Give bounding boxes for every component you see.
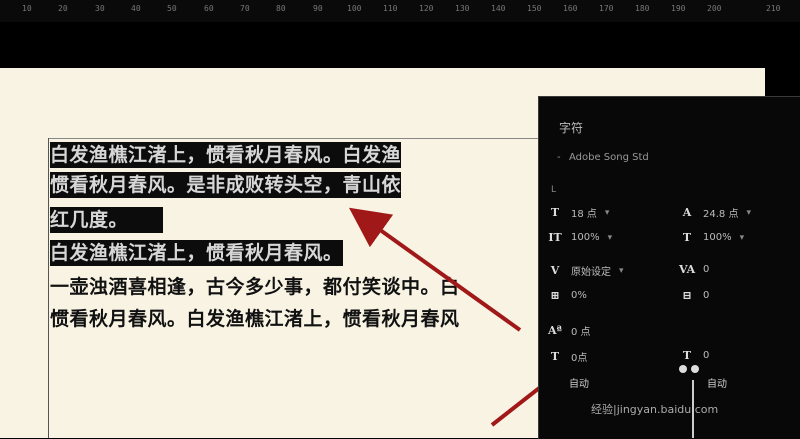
ruler-tick: 50 [167,4,177,13]
ruler-tick: 210 [766,4,781,13]
font-size-icon: T [550,206,560,219]
text-cursor-line [692,380,694,438]
ruler-tick: 40 [131,4,141,13]
leading-icon: A [682,206,692,219]
font-size-field[interactable]: T 18 点 ▾ [547,205,610,220]
pasteboard [0,22,800,68]
font-size-value: 18 点 [571,209,597,220]
chevron-down-icon[interactable]: ▾ [608,233,613,243]
ruler-tick: 60 [204,4,214,13]
kerning-field[interactable]: V 原始设定 ▾ [547,263,624,278]
ruler-tick: 130 [455,4,470,13]
kerning-value: 原始设定 [571,267,611,278]
tracking-field[interactable]: VA 0 [679,263,709,276]
font-dash: - [557,152,561,163]
tsume-value: 0% [571,290,587,301]
slider-knob[interactable] [679,365,687,373]
vertical-scale-value: 100% [571,232,600,243]
horizontal-scale-value: 100% [703,232,732,243]
kerning-icon: V [550,264,560,277]
chevron-down-icon[interactable]: ▾ [619,266,624,276]
ruler-tick: 170 [599,4,614,13]
ruler-tick: 70 [240,4,250,13]
text-line-selected[interactable]: 惯看秋月春风。是非成败转头空，青山依 [50,172,402,198]
baseline-shift-field[interactable]: Aª 0 点 [547,323,591,338]
ruler-tick: 10 [22,4,32,13]
text-line-selected[interactable]: 白发渔樵江渚上，惯看秋月春风。 [50,240,343,266]
baseline-shift-value: 0 点 [571,327,591,338]
aki-value: 0 [703,290,710,301]
character-rotation-field[interactable]: T 0点 [547,349,587,364]
character-panel[interactable]: 字符 - Adobe Song Std L T 18 点 ▾ A 24.8 点 … [538,96,800,439]
tracking-value: 0 [703,264,710,275]
ruler-tick: 90 [313,4,323,13]
ruler-tick: 110 [383,4,398,13]
tracking-icon: VA [679,263,696,276]
ruler-tick: 80 [276,4,286,13]
baseline-shift-icon: Aª [548,324,562,337]
margin-guide-top [48,138,538,139]
aki-icon: ⊟ [682,289,692,302]
vertical-scale-field[interactable]: IT 100% ▾ [547,231,612,244]
watermark: 经验|jingyan.baidu.com [591,403,719,416]
text-line[interactable]: 惯看秋月春风。白发渔樵江渚上，惯看秋月春风 [50,306,460,332]
chevron-down-icon[interactable]: ▾ [746,208,751,218]
text-line-selected[interactable]: 白发渔樵江渚上，惯看秋月春风。白发渔 [50,142,402,168]
chevron-down-icon[interactable]: ▾ [605,208,610,218]
tsume-icon: ⊞ [550,289,560,302]
tab-character[interactable]: 字符 [559,119,583,136]
tate-chu-yoko-value: 0 [703,350,710,361]
auto-right-select[interactable]: 自动 [707,375,727,390]
slider-knob[interactable] [691,365,699,373]
ruler-tick: 160 [563,4,578,13]
auto-left-select[interactable]: 自动 [569,375,589,390]
ruler-tick: 20 [58,4,68,13]
vertical-scale-icon: IT [548,231,562,244]
rotation-icon: T [550,350,560,363]
rotation-value: 0点 [571,353,588,364]
ruler-tick: 100 [347,4,362,13]
leading-value: 24.8 点 [703,209,739,220]
font-style-select[interactable]: L [551,185,556,195]
margin-guide-left [48,138,49,438]
horizontal-scale-field[interactable]: T 100% ▾ [679,231,744,244]
leading-field[interactable]: A 24.8 点 ▾ [679,205,751,220]
ruler-tick: 30 [95,4,105,13]
horizontal-ruler[interactable]: 10 20 30 40 50 60 70 80 90 100 110 120 1… [0,0,800,22]
chevron-down-icon[interactable]: ▾ [740,233,745,243]
ruler-tick: 200 [707,4,722,13]
ruler-tick: 190 [671,4,686,13]
tsume-field[interactable]: ⊞ 0% [547,289,587,302]
tate-chu-yoko-field[interactable]: T 0 [679,349,709,362]
font-family-select[interactable]: Adobe Song Std [569,152,649,163]
ruler-tick: 150 [527,4,542,13]
ruler-tick: 140 [491,4,506,13]
ruler-tick: 180 [635,4,650,13]
text-line[interactable]: 一壶浊酒喜相逢，古今多少事，都付笑谈中。白 [50,274,460,300]
text-line-selected[interactable]: 红几度。 [50,207,163,233]
horizontal-scale-icon: T [682,231,692,244]
ruler-tick: 120 [419,4,434,13]
aki-field[interactable]: ⊟ 0 [679,289,709,302]
tate-chu-yoko-icon: T [682,349,692,362]
